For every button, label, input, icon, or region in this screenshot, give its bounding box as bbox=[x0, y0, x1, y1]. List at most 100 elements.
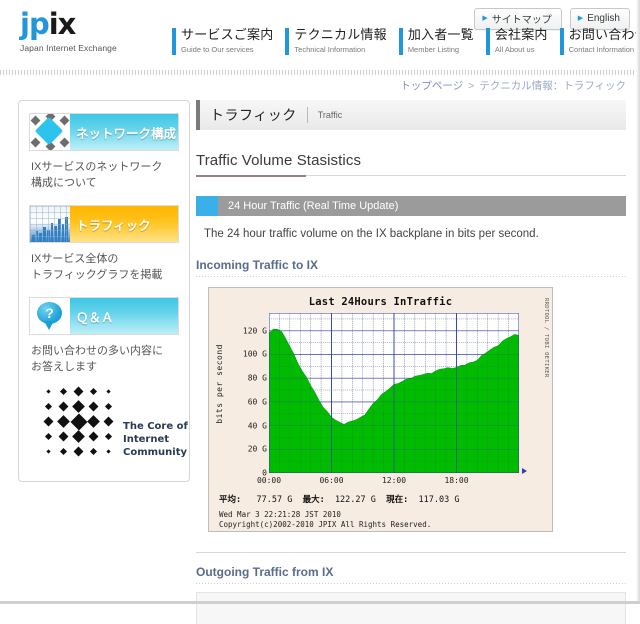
outgoing-traffic-heading: Outgoing Traffic from IX bbox=[196, 565, 626, 584]
graph-y-tick: 80 G bbox=[247, 373, 267, 383]
nav-accent-bar bbox=[559, 28, 564, 55]
graph-timestamp: Wed Mar 3 22:21:28 JST 2010 bbox=[219, 510, 341, 519]
graph-svg bbox=[268, 312, 520, 474]
incoming-traffic-heading: Incoming Traffic to IX bbox=[196, 258, 626, 277]
nav-label-ja: お問い合わせ bbox=[568, 27, 640, 42]
sidebar-button-qa[interactable]: ? Ｑ＆Ａ bbox=[29, 297, 179, 335]
traffic-icon-grid bbox=[30, 206, 70, 242]
nav-item-technical[interactable]: テクニカル情報 Technical Information bbox=[285, 27, 387, 55]
title-divider bbox=[306, 107, 308, 123]
logo-ix-text: ix bbox=[48, 7, 77, 41]
core-logo-line2: Internet Community bbox=[123, 434, 188, 458]
sidebar-desc-qa-line1: お問い合わせの多い内容に bbox=[31, 345, 163, 357]
graph-y-axis-label: bits per second bbox=[215, 344, 224, 424]
nav-accent-bar bbox=[398, 28, 403, 55]
graph-y-tick: 100 G bbox=[242, 349, 267, 359]
graph-x-tick: 00:00 bbox=[256, 476, 282, 485]
nav-label-ja: テクニカル情報 bbox=[294, 27, 387, 42]
graph-x-tick: 12:00 bbox=[381, 476, 407, 485]
sidebar-item-qa[interactable]: ? Ｑ＆Ａ お問い合わせの多い内容に お答えします bbox=[29, 297, 179, 375]
breadcrumb-home-link[interactable]: トップページ bbox=[400, 80, 463, 92]
sidebar-desc-traffic-line1: IXサービス全体の bbox=[31, 253, 119, 265]
nav-label-en: Contact Information bbox=[568, 45, 635, 54]
sidebar-button-traffic[interactable]: トラフィック bbox=[29, 205, 179, 243]
nav-item-contact[interactable]: お問い合わせ Contact Information bbox=[559, 27, 640, 55]
header-hatch-divider bbox=[0, 70, 640, 75]
breadcrumb: トップページ > テクニカル情報：トラフィック bbox=[400, 78, 626, 93]
sidebar-desc-network: IXサービスのネットワーク 構成について bbox=[31, 159, 177, 191]
graph-y-tick: 20 G bbox=[247, 444, 267, 454]
page-title-en: Traffic bbox=[317, 110, 343, 120]
graph-max-label: 最大: bbox=[302, 495, 325, 505]
logo-jp-text: jp bbox=[20, 7, 50, 41]
core-logo-line1: The Core of bbox=[123, 421, 188, 432]
main-navigation: サービスご案内 Guide to Our services テクニカル情報 Te… bbox=[172, 28, 640, 55]
subsection-title: 24 Hour Traffic (Real Time Update) bbox=[218, 196, 626, 216]
graph-y-tick: 40 G bbox=[247, 421, 267, 431]
nav-label-en: Technical Information bbox=[294, 45, 366, 54]
section-divider bbox=[196, 552, 626, 553]
core-logo-text: The Core of Internet Community bbox=[123, 420, 191, 459]
nav-item-members[interactable]: 加入者一覧 Member Listing bbox=[398, 27, 474, 55]
triangle-right-icon: ▶ bbox=[577, 15, 584, 22]
graph-avg-value: 77.57 G bbox=[256, 495, 293, 505]
section-heading-rule bbox=[196, 175, 626, 177]
nav-label-en: All About us bbox=[494, 45, 535, 54]
nav-accent-bar bbox=[172, 28, 176, 55]
sidebar-desc-qa-line2: お答えします bbox=[31, 361, 97, 373]
nav-label-en: Member Listing bbox=[407, 45, 460, 54]
page-root: jpix Japan Internet Exchange ▶ サイトマップ ▶ … bbox=[0, 0, 640, 624]
subsection-header: 24 Hour Traffic (Real Time Update) bbox=[196, 196, 626, 216]
graph-stats-line: 平均: 77.57 G 最大: 122.27 G 現在: 117.03 G bbox=[219, 493, 459, 505]
traffic-chart-icon bbox=[30, 206, 70, 242]
subsection-color-chip bbox=[196, 196, 218, 216]
graph-attribution-label: RRDTOOL / TOBI OETIKER bbox=[543, 298, 549, 378]
outgoing-graph-placeholder bbox=[196, 592, 626, 624]
sidebar-button-network[interactable]: ネットワーク構成 bbox=[29, 113, 179, 151]
nav-accent-bar bbox=[285, 28, 290, 55]
subsection-description: The 24 hour traffic volume on the IX bac… bbox=[204, 228, 539, 240]
site-logo[interactable]: jpix Japan Internet Exchange bbox=[20, 7, 117, 54]
graph-x-tick: 18:00 bbox=[444, 476, 469, 485]
sidebar-desc-traffic: IXサービス全体の トラフィックグラフを掲載 bbox=[31, 251, 177, 283]
nav-label-ja: 会社案内 bbox=[494, 27, 548, 42]
graph-y-tick: 120 G bbox=[242, 326, 267, 336]
sidebar-desc-network-line2: 構成について bbox=[31, 177, 97, 189]
sidebar-item-traffic[interactable]: トラフィック IXサービス全体の トラフィックグラフを掲載 bbox=[29, 205, 179, 283]
sidebar-label-network: ネットワーク構成 bbox=[76, 126, 177, 141]
outgoing-traffic-section: Outgoing Traffic from IX bbox=[196, 552, 626, 624]
section-heading: Traffic Volume Stasistics bbox=[196, 152, 362, 169]
nav-item-company[interactable]: 会社案内 All About us bbox=[485, 27, 548, 55]
graph-cur-label: 現在: bbox=[386, 495, 409, 505]
sidebar-links: ネットワーク構成 IXサービスのネットワーク 構成について トラフィック IXサ… bbox=[19, 113, 189, 375]
graph-axis-arrow-icon bbox=[522, 468, 527, 474]
graph-avg-label: 平均: bbox=[219, 495, 242, 505]
sidebar-desc-network-line1: IXサービスのネットワーク bbox=[31, 161, 163, 173]
graph-max-value: 122.27 G bbox=[334, 495, 376, 505]
site-header: jpix Japan Internet Exchange ▶ サイトマップ ▶ … bbox=[0, 0, 640, 75]
incoming-traffic-graph[interactable]: Last 24Hours InTraffic bits per second R… bbox=[208, 287, 553, 532]
logo-tagline: Japan Internet Exchange bbox=[20, 43, 117, 53]
graph-y-ticks: 0 20 G 40 G 60 G 80 G 100 G 120 G bbox=[227, 313, 267, 477]
sidebar-label-traffic: トラフィック bbox=[76, 218, 151, 233]
sidebar-item-network[interactable]: ネットワーク構成 IXサービスのネットワーク 構成について bbox=[29, 113, 179, 191]
graph-y-tick: 60 G bbox=[247, 397, 267, 407]
sitemap-button-label: サイトマップ bbox=[491, 15, 552, 26]
graph-copyright: Copyright(c)2002-2010 JPIX All Rights Re… bbox=[219, 520, 432, 529]
nav-item-services[interactable]: サービスご案内 Guide to Our services bbox=[172, 28, 273, 55]
sidebar-desc-traffic-line2: トラフィックグラフを掲載 bbox=[31, 269, 163, 281]
page-title: トラフィック bbox=[210, 107, 297, 123]
nav-label-ja: 加入者一覧 bbox=[407, 27, 474, 42]
page-title-bar: トラフィック Traffic bbox=[196, 100, 626, 130]
graph-x-tick: 06:00 bbox=[319, 476, 344, 485]
english-button-label: English bbox=[587, 13, 620, 24]
breadcrumb-current: テクニカル情報：トラフィック bbox=[479, 80, 626, 92]
triangle-right-icon: ▶ bbox=[482, 15, 488, 22]
sidebar-desc-qa: お問い合わせの多い内容に お答えします bbox=[31, 343, 177, 375]
nav-label-ja: サービスご案内 bbox=[181, 27, 274, 42]
nav-label-en: Guide to Our services bbox=[181, 45, 254, 54]
network-diamond-icon bbox=[30, 114, 70, 150]
graph-footer: Wed Mar 3 22:21:28 JST 2010 Copyright(c)… bbox=[219, 510, 431, 530]
window-right-edge bbox=[636, 0, 640, 604]
question-bubble-icon: ? bbox=[30, 298, 70, 334]
